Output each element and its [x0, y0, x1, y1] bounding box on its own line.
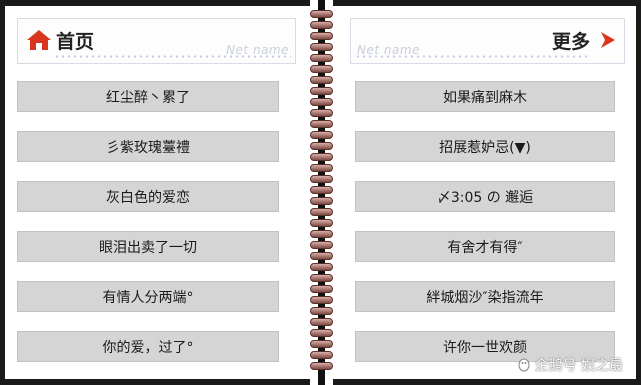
notebook-spine [310, 0, 333, 385]
spiral-ring [310, 54, 333, 62]
spiral-ring [310, 274, 333, 282]
spiral-ring [310, 263, 333, 271]
more-title[interactable]: 更多 [552, 27, 590, 54]
spiral-ring [310, 351, 333, 359]
spiral-ring [310, 43, 333, 51]
home-icon[interactable] [26, 29, 52, 51]
spiral-ring [310, 186, 333, 194]
list-item[interactable]: 〆3:05 の 邂逅 [355, 181, 615, 212]
right-page: Net name 更多 如果痛到麻木 招展惹妒忌(▼) 〆3:05 の 邂逅 有… [333, 6, 636, 379]
spiral-ring [310, 296, 333, 304]
spiral-ring [310, 120, 333, 128]
frame-right [636, 0, 641, 385]
penguin-logo-icon [518, 358, 530, 372]
spiral-ring [310, 175, 333, 183]
spiral-ring [310, 329, 333, 337]
spiral-ring [310, 21, 333, 29]
left-header: 首页 Net name [17, 18, 296, 64]
list-item[interactable]: 有舍才有得″ [355, 231, 615, 262]
list-item[interactable]: 有情人分两端° [17, 281, 279, 312]
spiral-ring [310, 318, 333, 326]
dotted-divider [54, 55, 291, 58]
list-item[interactable]: 你的爱，过了° [17, 331, 279, 362]
left-page: 首页 Net name 红尘醉丶累了 彡紫玫瑰薹禮 灰白色的爱恋 眼泪出卖了一切… [5, 6, 310, 379]
spiral-ring [310, 197, 333, 205]
spiral-ring [310, 252, 333, 260]
spiral-ring [310, 10, 333, 18]
right-header: Net name 更多 [350, 18, 625, 64]
spiral-ring [310, 32, 333, 40]
spiral-ring [310, 230, 333, 238]
watermark: 企鹅号 娱之最 [517, 355, 623, 375]
spiral-ring [310, 76, 333, 84]
dotted-divider [355, 55, 588, 58]
spiral-ring [310, 131, 333, 139]
list-item[interactable]: 眼泪出卖了一切 [17, 231, 279, 262]
spiral-ring [310, 241, 333, 249]
spiral-ring [310, 208, 333, 216]
home-title[interactable]: 首页 [56, 27, 94, 54]
list-item[interactable]: 如果痛到麻木 [355, 81, 615, 112]
spiral-ring [310, 164, 333, 172]
spiral-ring [310, 285, 333, 293]
list-item[interactable]: 彡紫玫瑰薹禮 [17, 131, 279, 162]
spiral-ring [310, 87, 333, 95]
spiral-ring [310, 307, 333, 315]
spiral-ring [310, 362, 333, 370]
spiral-ring [310, 153, 333, 161]
spiral-ring [310, 340, 333, 348]
list-item[interactable]: 招展惹妒忌(▼) [355, 131, 615, 162]
list-item[interactable]: 灰白色的爱恋 [17, 181, 279, 212]
spiral-ring [310, 98, 333, 106]
spiral-ring [310, 65, 333, 73]
watermark-text: 企鹅号 娱之最 [534, 358, 623, 374]
spiral-ring [310, 142, 333, 150]
chevron-right-icon[interactable] [598, 30, 618, 50]
list-item[interactable]: 絆城烟沙″染指流年 [355, 281, 615, 312]
spiral-ring [310, 219, 333, 227]
list-item[interactable]: 红尘醉丶累了 [17, 81, 279, 112]
spiral-ring [310, 109, 333, 117]
